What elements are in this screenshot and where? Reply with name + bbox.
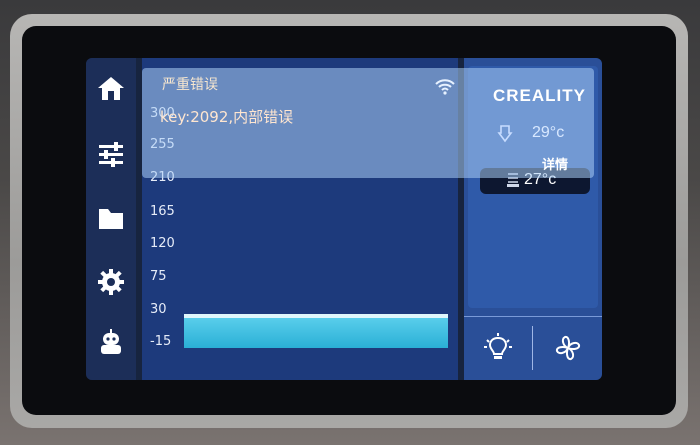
sliders-icon bbox=[99, 142, 123, 167]
fan-toggle-button[interactable] bbox=[548, 330, 588, 366]
y-tick-label: 75 bbox=[150, 269, 167, 284]
y-tick-label: 30 bbox=[150, 302, 167, 317]
light-toggle-button[interactable] bbox=[478, 330, 518, 366]
robot-icon bbox=[101, 329, 121, 354]
y-tick-label: 120 bbox=[150, 236, 175, 251]
sidebar-item-settings-adjust[interactable] bbox=[91, 134, 131, 174]
sidebar-item-files[interactable] bbox=[91, 198, 131, 238]
home-icon bbox=[98, 77, 124, 100]
y-tick-label: -15 bbox=[150, 334, 172, 349]
sidebar-item-settings[interactable] bbox=[91, 262, 131, 302]
nozzle-temp-value: 29°c bbox=[532, 124, 565, 141]
error-dialog[interactable]: 严重错误 key:2092,内部错误 CREALITY 29°c 详情 bbox=[142, 68, 594, 178]
nozzle-icon bbox=[497, 125, 513, 143]
controls-divider bbox=[532, 326, 533, 370]
temperature-bar bbox=[184, 314, 448, 348]
error-dialog-title: 严重错误 bbox=[162, 77, 218, 93]
brand-logo: CREALITY bbox=[493, 86, 586, 105]
sidebar-item-home[interactable] bbox=[91, 68, 131, 108]
wifi-icon bbox=[435, 79, 455, 95]
folder-icon bbox=[99, 209, 123, 229]
gear-icon bbox=[98, 269, 124, 295]
fan-icon bbox=[555, 335, 581, 361]
y-tick-label: 165 bbox=[150, 204, 175, 219]
touch-screen: 300 255 210 165 120 75 30 -15 27°c bbox=[86, 58, 602, 380]
temperature-bar-highlight bbox=[184, 314, 448, 318]
details-button[interactable]: 详情 bbox=[542, 154, 568, 173]
lightbulb-icon bbox=[484, 333, 512, 359]
error-message: key:2092,内部错误 bbox=[160, 108, 294, 126]
sidebar bbox=[86, 58, 136, 380]
sidebar-item-ai[interactable] bbox=[91, 322, 131, 362]
